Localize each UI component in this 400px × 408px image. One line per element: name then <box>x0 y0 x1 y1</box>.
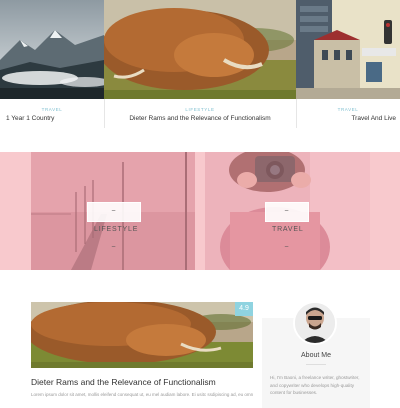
slide-3[interactable]: Travel Travel And Live <box>296 0 400 128</box>
post-card: 4.9 Dieter Rams and the Relevance of Fun… <box>31 302 253 398</box>
slide-title[interactable]: Travel And Live <box>296 115 400 122</box>
about-bio: Hi, I'm Baoni, a freelance writer, ghost… <box>270 375 360 395</box>
category-label-travel[interactable]: ~ TRAVEL ~ <box>265 202 309 251</box>
category-band: ~ LIFESTYLE ~ ~ TRAVEL ~ <box>0 152 400 270</box>
category-tile-travel[interactable]: ~ TRAVEL ~ <box>205 152 370 270</box>
slide-caption: Lifestyle Dieter Rams and the Relevance … <box>104 99 296 128</box>
slide-title[interactable]: 1 Year 1 Country <box>0 115 104 122</box>
slide-category[interactable]: Travel <box>296 107 400 112</box>
avatar <box>293 301 337 345</box>
slide-2[interactable]: Lifestyle Dieter Rams and the Relevance … <box>104 0 296 128</box>
featured-slider: Travel 1 Year 1 Country Lifestyle Dieter… <box>0 0 400 128</box>
slide-category[interactable]: Travel <box>0 107 104 112</box>
slide-category[interactable]: Lifestyle <box>104 107 296 112</box>
slide-title[interactable]: Dieter Rams and the Relevance of Functio… <box>104 115 296 122</box>
slide-image-highland-cow[interactable] <box>104 0 296 99</box>
slide-divider <box>104 99 105 128</box>
post-thumbnail[interactable]: 4.9 <box>31 302 253 368</box>
slide-caption: Travel 1 Year 1 Country <box>0 99 104 128</box>
category-tile-lifestyle[interactable]: ~ LIFESTYLE ~ <box>31 152 195 270</box>
slide-caption: Travel Travel And Live <box>296 99 400 128</box>
category-label-lifestyle[interactable]: ~ LIFESTYLE ~ <box>87 202 141 251</box>
about-heading: About Me <box>301 352 331 359</box>
slide-1[interactable]: Travel 1 Year 1 Country <box>0 0 104 128</box>
about-divider <box>306 364 326 365</box>
slide-image-mountains[interactable] <box>0 0 104 99</box>
post-excerpt: Lorem ipsum dolor sit amet, mollis eleif… <box>31 392 253 397</box>
post-title[interactable]: Dieter Rams and the Relevance of Functio… <box>31 377 253 387</box>
slide-image-street[interactable] <box>296 0 400 99</box>
slide-divider <box>296 99 297 128</box>
rating-badge: 4.9 <box>235 302 253 316</box>
